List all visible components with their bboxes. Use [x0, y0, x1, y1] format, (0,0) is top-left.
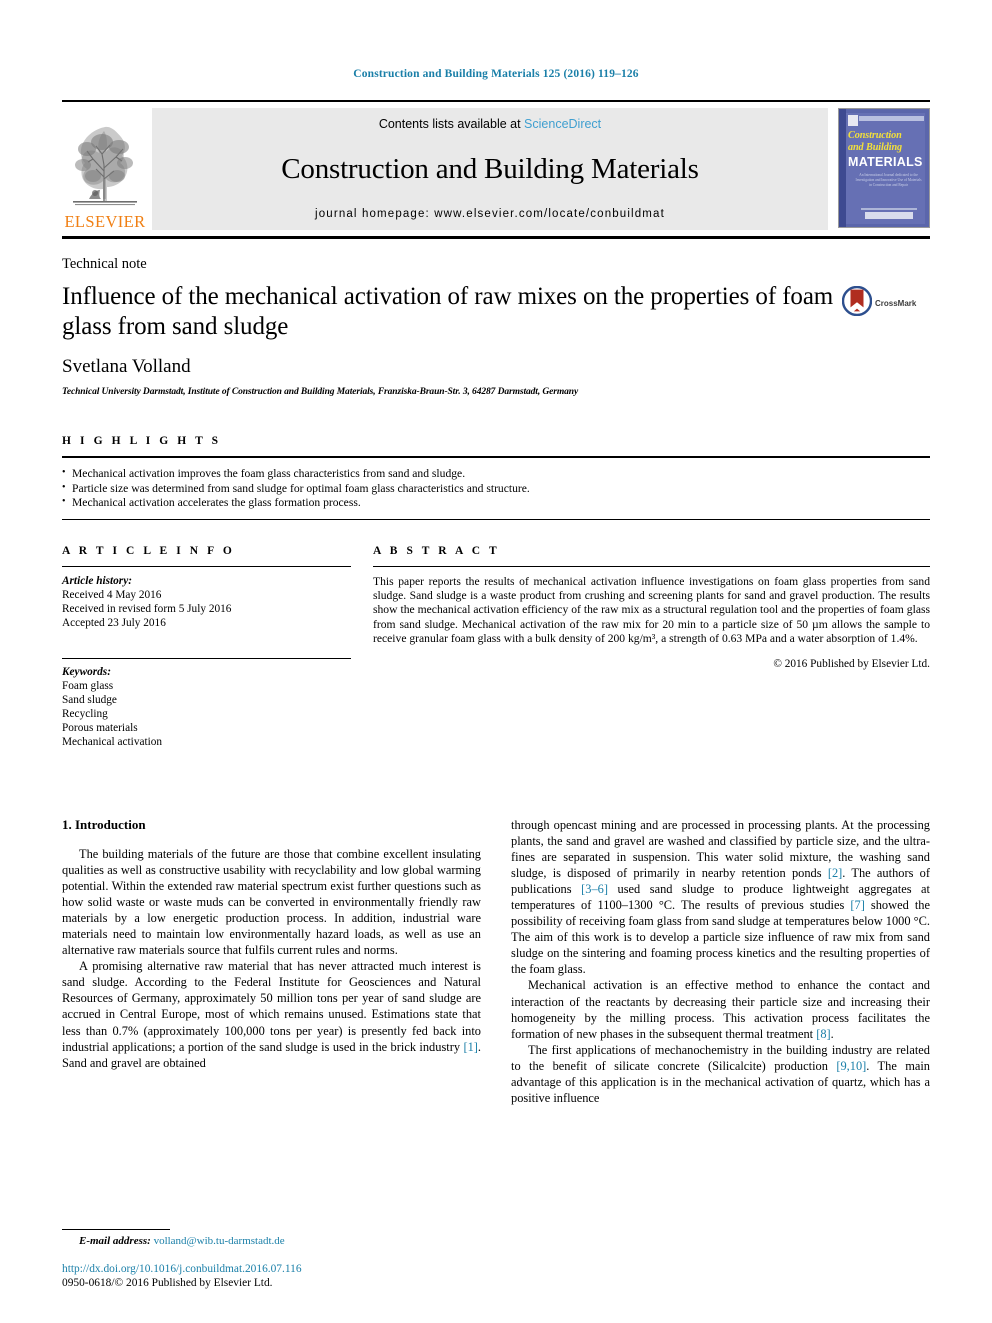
journal-banner: Contents lists available at ScienceDirec… [152, 108, 828, 230]
running-head: Construction and Building Materials 125 … [353, 68, 639, 80]
keyword-item: Recycling [62, 707, 108, 720]
article-info-heading: A R T I C L E I N F O [62, 544, 235, 557]
body-columns: 1. Introduction The building materials o… [62, 817, 930, 1107]
article-info-section: A R T I C L E I N F O Article history: R… [62, 545, 351, 749]
contents-prefix: Contents lists available at [378, 117, 525, 131]
article-history-received: Received 4 May 2016 [62, 588, 162, 601]
abstract-text: This paper reports the results of mechan… [373, 574, 930, 646]
list-item: Particle size was determined from sand s… [62, 481, 930, 497]
cover-title-line-1: Construction [848, 130, 902, 141]
page-title: Influence of the mechanical activation o… [62, 283, 834, 340]
crossmark-label: CrossMark [875, 299, 917, 308]
paragraph: A promising alternative raw material tha… [62, 959, 481, 1070]
email-link[interactable]: volland@wib.tu-darmstadt.de [154, 1235, 285, 1247]
footnote-block: E-mail address: volland@wib.tu-darmstadt… [62, 1229, 492, 1247]
highlights-section: H I G H L I G H T S Mechanical activatio… [62, 435, 930, 520]
article-page: Construction and Building Materials 125 … [0, 0, 992, 1323]
article-history-block: Article history: Received 4 May 2016 Rec… [62, 567, 351, 630]
citation-reference[interactable]: [1] [463, 1040, 477, 1054]
page-footer: http://dx.doi.org/10.1016/j.conbuildmat.… [62, 1262, 302, 1290]
introduction-heading: 1. Introduction [62, 816, 146, 832]
citation-reference[interactable]: [3–6] [581, 882, 608, 896]
abstract-heading: A B S T R A C T [373, 544, 500, 557]
paragraph: The building materials of the future are… [62, 846, 481, 958]
citation-reference[interactable]: [9,10] [836, 1059, 866, 1073]
cover-title-line-3: MATERIALS [848, 155, 923, 169]
cover-foot-line [861, 208, 917, 210]
footnote-rule [62, 1229, 170, 1230]
keyword-item: Porous materials [62, 721, 138, 734]
article-type: Technical note [62, 256, 147, 272]
cover-blurb: An International Journal dedicated to th… [855, 173, 922, 187]
elsevier-logo: ELSEVIER [62, 108, 148, 230]
journal-masthead: ELSEVIER Contents lists available at Sci… [62, 100, 930, 239]
keyword-item: Sand sludge [62, 693, 117, 706]
cover-top-bar [859, 116, 924, 121]
abstract-copyright: © 2016 Published by Elsevier Ltd. [773, 657, 930, 670]
elsevier-tree-icon [69, 121, 141, 213]
author-affiliation: Technical University Darmstadt, Institut… [62, 387, 579, 397]
citation-reference[interactable]: [8] [816, 1027, 830, 1041]
list-item: Mechanical activation accelerates the gl… [62, 495, 930, 511]
doi-link[interactable]: http://dx.doi.org/10.1016/j.conbuildmat.… [62, 1262, 302, 1276]
body-column-right: through opencast mining and are processe… [511, 817, 930, 1107]
article-history-accepted: Accepted 23 July 2016 [62, 616, 166, 629]
journal-title: Construction and Building Materials [281, 153, 699, 185]
email-footnote: E-mail address: volland@wib.tu-darmstadt… [62, 1235, 492, 1247]
highlights-heading: H I G H L I G H T S [62, 435, 222, 447]
highlights-rule-bottom [62, 518, 930, 520]
keywords-block: Keywords: Foam glass Sand sludge Recycli… [62, 659, 351, 749]
info-abstract-row: A R T I C L E I N F O Article history: R… [62, 545, 930, 749]
issn-copyright-line: 0950-0618/© 2016 Published by Elsevier L… [62, 1277, 273, 1289]
crossmark-icon [841, 285, 873, 321]
elsevier-wordmark: ELSEVIER [64, 211, 146, 231]
crossmark-badge[interactable]: CrossMark [841, 285, 930, 321]
keyword-item: Foam glass [62, 679, 114, 692]
email-label: E-mail address: [79, 1235, 151, 1247]
title-row: Influence of the mechanical activation o… [62, 282, 930, 342]
highlights-list: Mechanical activation improves the foam … [62, 458, 930, 519]
paragraph: The first applications of mechanochemist… [511, 1042, 931, 1106]
article-history-revised: Received in revised form 5 July 2016 [62, 602, 232, 615]
body-column-left: 1. Introduction The building materials o… [62, 817, 481, 1107]
article-history-label: Article history: [62, 574, 132, 587]
contents-available-line: Contents lists available at ScienceDirec… [379, 117, 601, 131]
journal-cover-thumbnail[interactable]: Construction and Building MATERIALS An I… [838, 108, 930, 228]
paragraph: through opencast mining and are processe… [511, 817, 930, 977]
cover-publisher-mark [848, 115, 858, 126]
citation-reference[interactable]: [7] [850, 898, 864, 912]
journal-homepage-link[interactable]: journal homepage: www.elsevier.com/locat… [315, 208, 665, 220]
cover-spine [839, 109, 846, 227]
paragraph: Mechanical activation is an effective me… [511, 978, 930, 1041]
sciencedirect-link[interactable]: ScienceDirect [524, 117, 601, 131]
list-item: Mechanical activation improves the foam … [62, 466, 930, 482]
keywords-label: Keywords: [62, 665, 111, 678]
keyword-item: Mechanical activation [62, 735, 163, 748]
citation-reference[interactable]: [2] [828, 866, 842, 880]
cover-foot-box [865, 212, 913, 219]
author-name: Svetlana Volland [62, 356, 191, 377]
cover-title-line-2: and Building [848, 142, 903, 153]
abstract-section: A B S T R A C T This paper reports the r… [373, 545, 930, 749]
